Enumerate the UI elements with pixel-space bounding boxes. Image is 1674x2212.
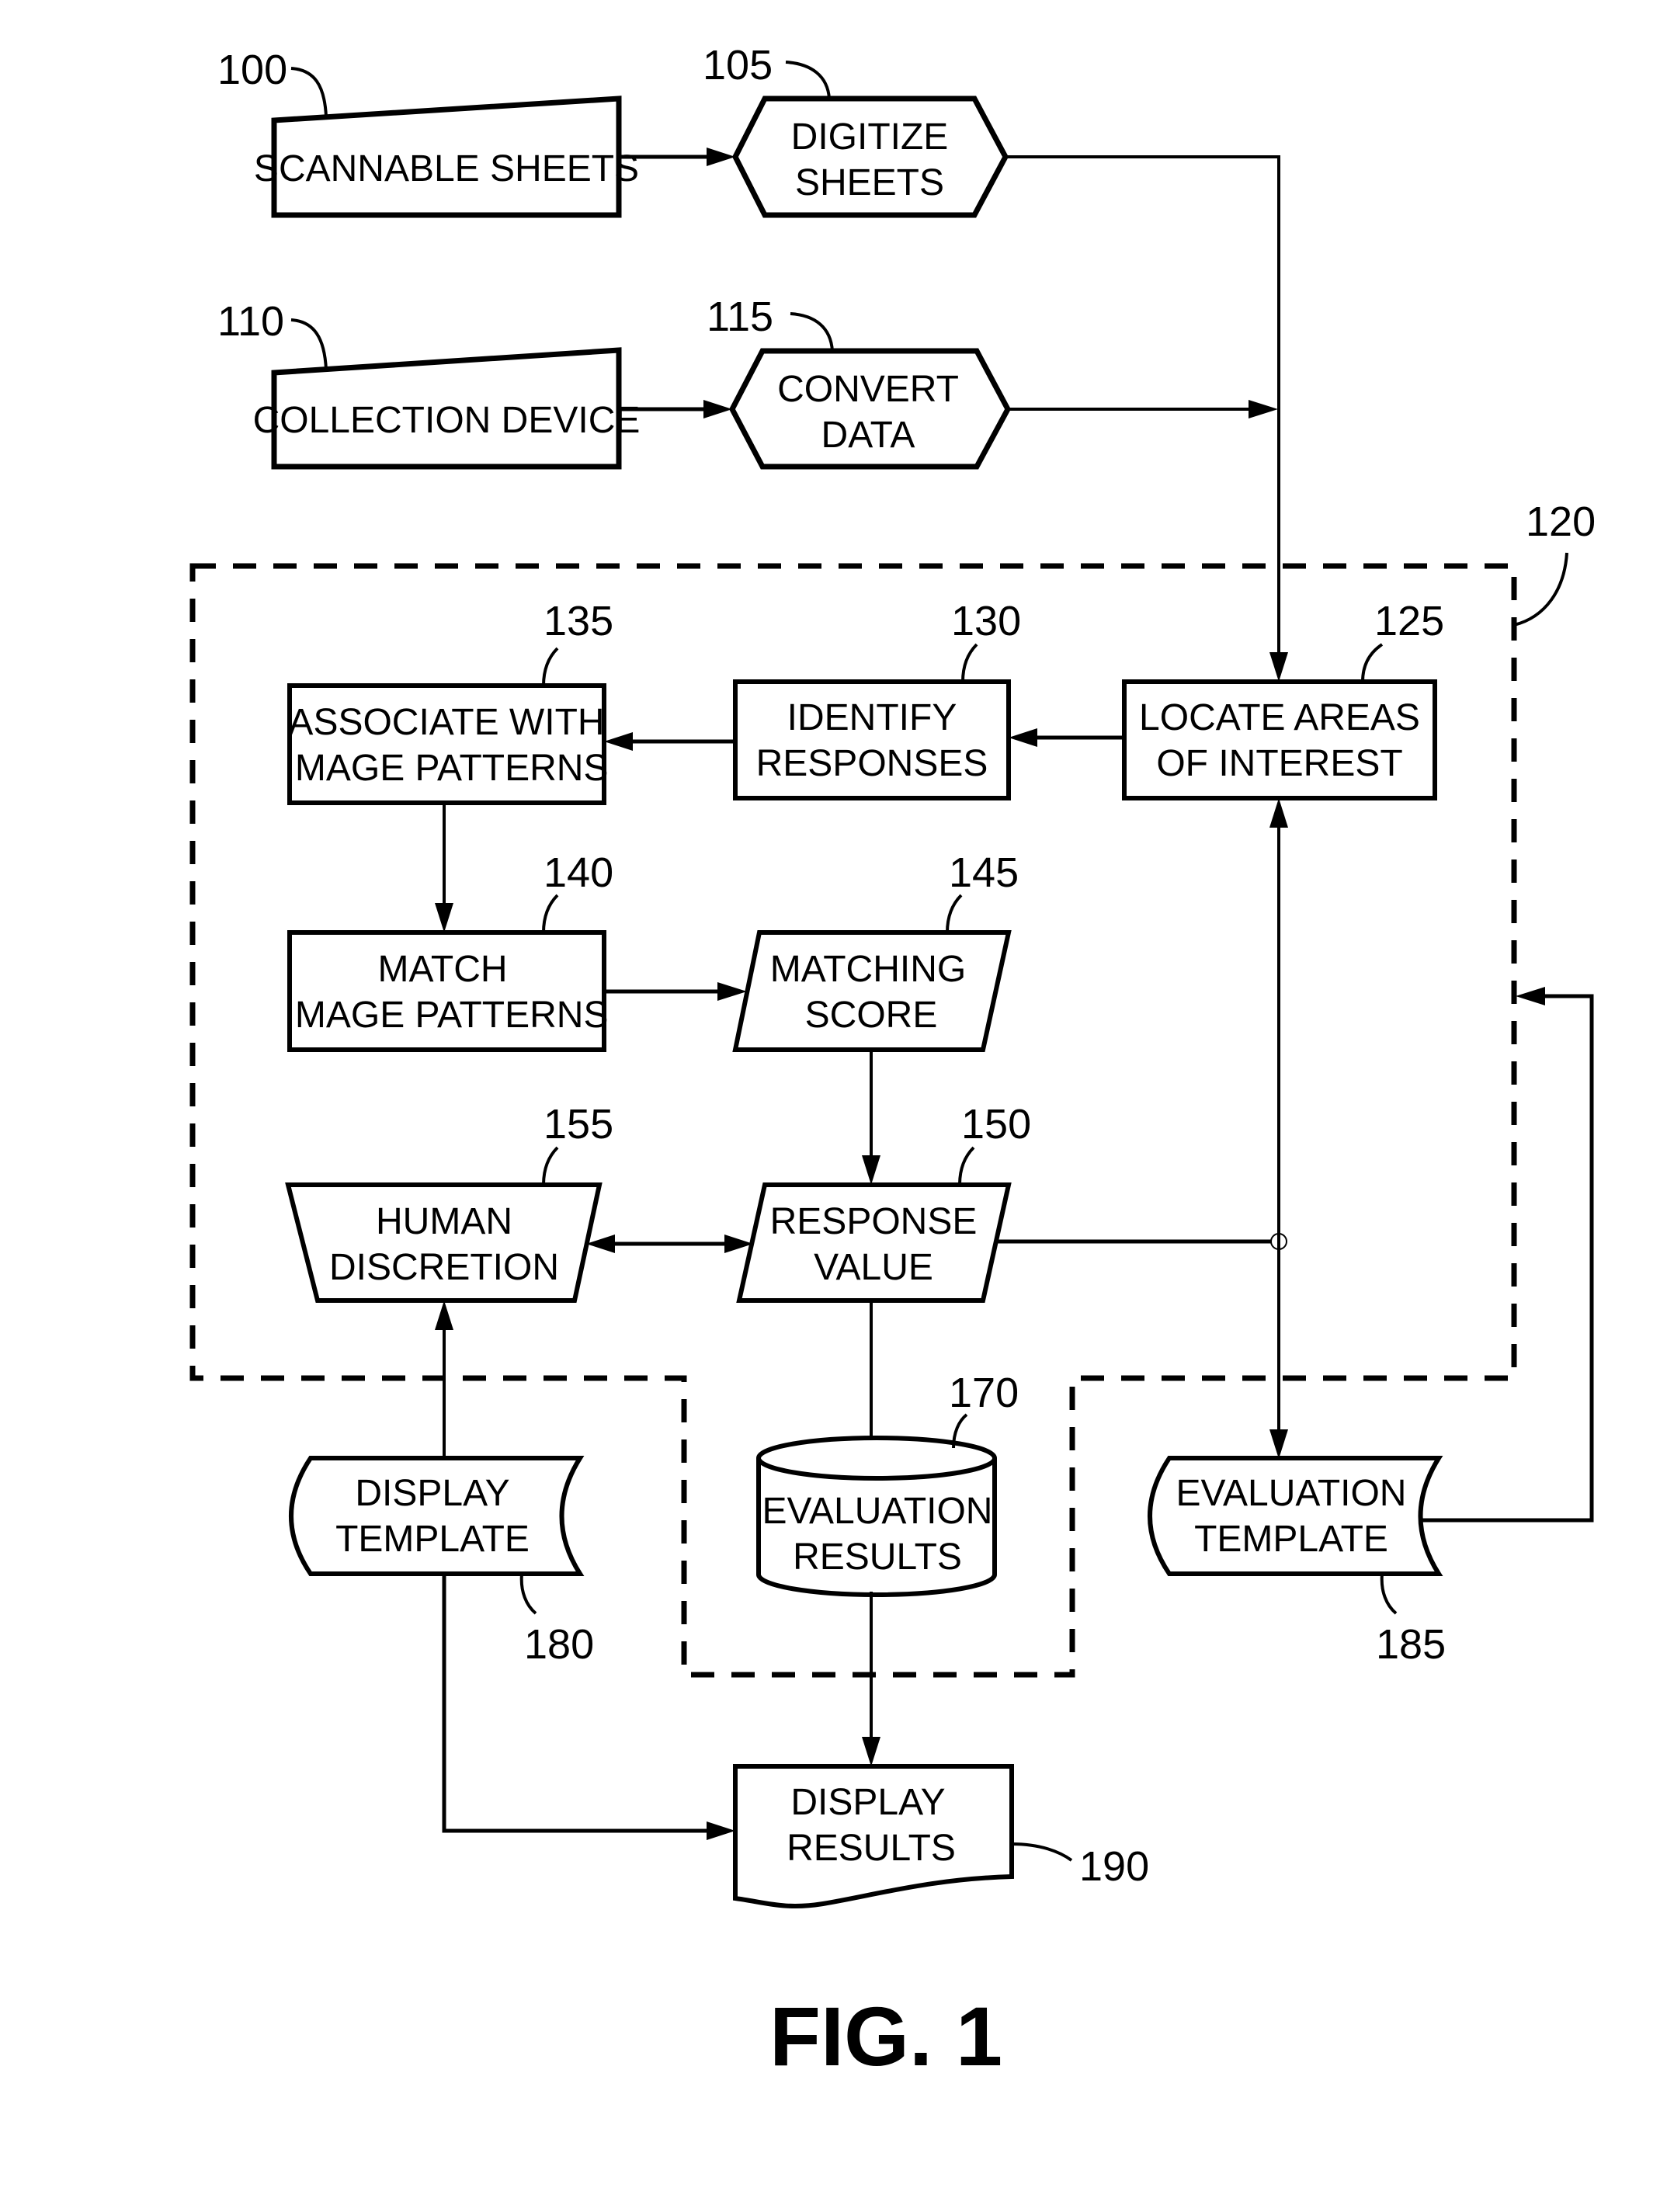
ref-115: 115 [707,293,773,340]
edge-evaltemplate-to-boundary [1422,987,1594,1523]
node-convert-data-line1: CONVERT [777,369,959,410]
node-associate-patterns-line1: ASSOCIATE WITH [288,702,604,743]
leader-135 [542,647,559,686]
node-evaluation-template-line2: TEMPLATE [1194,1519,1388,1560]
ref-140: 140 [544,849,613,896]
ref-170: 170 [949,1370,1019,1416]
edge-score-to-response [862,1050,880,1185]
node-evaluation-template[interactable]: EVALUATION TEMPLATE [1148,1456,1443,1576]
leader-130 [961,643,978,682]
ref-125: 125 [1374,598,1444,644]
ref-120: 120 [1526,498,1596,545]
edge-locate-to-identify [1009,728,1124,747]
edge-match-to-score [604,982,747,1001]
figure-caption: FIG. 1 [769,1989,1002,2083]
node-locate-areas-line1: LOCATE AREAS [1139,697,1420,738]
node-collection-device[interactable]: COLLECTION DEVICE [253,347,641,470]
node-locate-areas[interactable]: LOCATE AREAS OF INTEREST [1122,679,1437,800]
node-response-value-line2: VALUE [814,1247,933,1288]
leader-120 [1513,552,1568,627]
ref-155: 155 [544,1101,613,1148]
node-evaluation-results-line1: EVALUATION [762,1491,993,1532]
node-associate-patterns-line2: IMAGE PATTERNS [285,748,609,789]
node-response-value[interactable]: RESPONSE VALUE [736,1182,1012,1303]
ref-190: 190 [1079,1843,1149,1890]
node-digitize-sheets[interactable]: DIGITIZE SHEETS [732,95,1009,218]
node-matching-score-line2: SCORE [805,995,938,1036]
ref-180: 180 [524,1621,594,1668]
edge-results-to-display [862,1592,880,1766]
node-digitize-sheets-line2: SHEETS [795,162,944,203]
edge-human-response-bidirectional [586,1234,753,1253]
node-match-patterns-line2: IMAGE PATTERNS [285,995,609,1036]
leader-140 [542,894,559,933]
node-digitize-sheets-line1: DIGITIZE [791,116,949,158]
node-scannable-sheets[interactable]: SCANNABLE SHEETS [254,95,639,218]
node-human-discretion[interactable]: HUMAN DISCRETION [285,1182,603,1303]
node-convert-data[interactable]: CONVERT DATA [729,348,1011,470]
leader-185 [1380,1573,1398,1615]
edge-convert-to-trunk [1008,400,1278,418]
edge-displaytemplate-to-results [442,1574,735,1840]
leader-190 [1011,1842,1073,1862]
node-collection-device-label: COLLECTION DEVICE [253,400,641,441]
leader-180 [519,1573,537,1615]
leader-115 [790,312,834,352]
node-identify-responses-line1: IDENTIFY [787,697,957,738]
ref-185: 185 [1376,1621,1446,1668]
node-evaluation-results-line2: RESULTS [793,1537,962,1578]
ref-105: 105 [703,42,773,89]
node-identify-responses[interactable]: IDENTIFY RESPONSES [733,679,1011,800]
leader-100 [290,67,328,117]
node-human-discretion-line2: DISCRETION [329,1247,559,1288]
node-associate-patterns[interactable]: ASSOCIATE WITH IMAGE PATTERNS [285,683,609,805]
node-locate-areas-line2: OF INTEREST [1156,743,1402,784]
edge-response-to-junction [996,1233,1287,1250]
node-match-patterns[interactable]: MATCH IMAGE PATTERNS [285,930,609,1052]
leader-155 [542,1146,559,1186]
edge-evaltemplate-locate-bidirectional [1269,798,1288,1459]
ref-135: 135 [544,598,613,644]
node-display-results[interactable]: DISPLAY RESULTS [733,1764,1014,1908]
leader-150 [958,1146,975,1186]
leader-145 [946,894,963,933]
ref-150: 150 [961,1101,1031,1148]
ref-100: 100 [217,47,287,93]
node-evaluation-results[interactable]: EVALUATION RESULTS [756,1436,997,1597]
ref-145: 145 [949,849,1019,896]
ref-110: 110 [217,298,284,345]
node-display-template[interactable]: DISPLAY TEMPLATE [289,1456,585,1576]
flowchart-diagram: 120 SCANNABLE SHEETS 100 DIGITIZE SHEETS… [189,42,1596,2083]
node-display-template-line1: DISPLAY [355,1473,509,1514]
node-match-patterns-line1: MATCH [377,949,507,990]
node-convert-data-line2: DATA [821,415,915,456]
node-matching-score-line1: MATCHING [770,949,966,990]
edge-digitize-to-locate [1005,155,1288,682]
node-identify-responses-line2: RESPONSES [756,743,988,784]
edge-associate-to-match [435,803,453,932]
node-human-discretion-line1: HUMAN [376,1201,512,1242]
node-scannable-sheets-label: SCANNABLE SHEETS [254,148,639,189]
ref-130: 130 [951,598,1021,644]
leader-105 [785,61,831,99]
node-evaluation-template-line1: EVALUATION [1176,1473,1407,1514]
node-matching-score[interactable]: MATCHING SCORE [732,930,1012,1052]
leader-125 [1361,643,1384,682]
edge-identify-to-associate [604,732,735,751]
leader-110 [290,318,328,370]
node-display-results-line2: RESULTS [787,1828,956,1869]
node-display-template-line2: TEMPLATE [335,1519,530,1560]
node-display-results-line1: DISPLAY [790,1782,945,1823]
node-response-value-line1: RESPONSE [770,1201,978,1242]
